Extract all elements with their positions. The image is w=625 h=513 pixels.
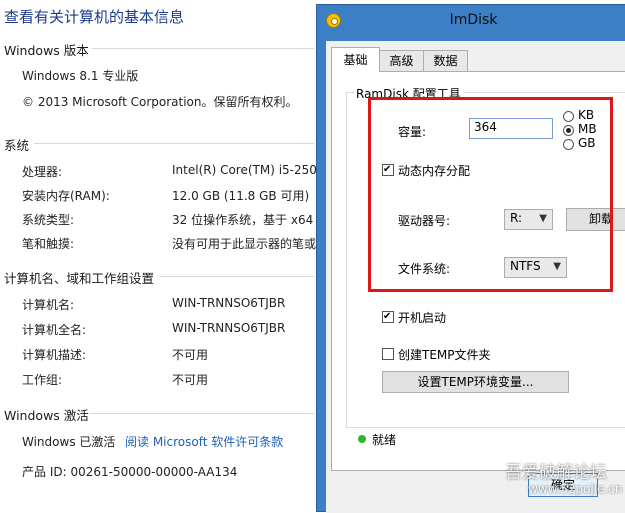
autostart-label: 开机启动: [398, 311, 447, 325]
drive-letter-value: R:: [510, 211, 523, 225]
tab-data[interactable]: 数据: [423, 50, 468, 71]
computer-name-heading: 计算机名、域和工作组设置: [4, 271, 155, 286]
pen-touch-label: 笔和触摸:: [22, 237, 75, 251]
unit-kb-radio[interactable]: [563, 111, 574, 122]
filesystem-label: 文件系统:: [398, 262, 451, 276]
watermark-text: 吾爱破解论坛: [505, 463, 607, 483]
system-type-value: 32 位操作系统，基于 x64: [172, 213, 314, 227]
processor-value: Intel(R) Core(TM) i5-2500: [172, 163, 325, 177]
divider: [92, 48, 314, 49]
unmount-button[interactable]: 卸载: [566, 208, 625, 231]
page-title: 查看有关计算机的基本信息: [4, 8, 185, 26]
windows-edition-heading: Windows 版本: [4, 43, 89, 58]
processor-label: 处理器:: [22, 165, 63, 179]
pen-touch-value: 没有可用于此显示器的笔或: [172, 237, 317, 251]
unit-mb-label: MB: [578, 122, 597, 136]
filesystem-select[interactable]: NTFS ▼: [504, 257, 567, 278]
activation-status: Windows 已激活: [22, 435, 116, 449]
drive-letter-label: 驱动器号:: [398, 214, 451, 228]
ram-value: 12.0 GB (11.8 GB 可用): [172, 189, 310, 203]
license-terms-link[interactable]: 阅读 Microsoft 软件许可条款: [125, 433, 283, 450]
workgroup-label: 工作组:: [22, 373, 63, 387]
chevron-down-icon: ▼: [539, 213, 547, 224]
chevron-down-icon: ▼: [553, 261, 561, 272]
unit-gb-label: GB: [578, 136, 596, 150]
dynamic-alloc-checkbox[interactable]: [382, 164, 394, 176]
computer-name-label: 计算机名:: [22, 298, 75, 312]
unit-kb-label: KB: [578, 108, 595, 122]
unit-mb-radio[interactable]: [563, 125, 574, 136]
tab-basic[interactable]: 基础: [331, 47, 380, 72]
product-id: 产品 ID: 00261-50000-00000-AA134: [22, 465, 238, 479]
capacity-label: 容量:: [398, 125, 427, 139]
divider: [34, 143, 314, 144]
system-type-label: 系统类型:: [22, 213, 75, 227]
full-name-label: 计算机全名:: [22, 323, 87, 337]
tab-advanced[interactable]: 高级: [379, 50, 424, 71]
system-heading: 系统: [4, 138, 30, 153]
windows-edition-value: Windows 8.1 专业版: [22, 69, 139, 83]
filesystem-value: NTFS: [510, 259, 541, 273]
description-label: 计算机描述:: [22, 348, 87, 362]
full-name-value: WIN-TRNNSO6TJBR: [172, 321, 286, 335]
temp-env-button[interactable]: 设置TEMP环境变量...: [382, 371, 569, 393]
divider: [160, 276, 314, 277]
computer-name-value: WIN-TRNNSO6TJBR: [172, 296, 286, 310]
temp-folder-checkbox[interactable]: [382, 348, 394, 360]
watermark-url: www.52pojie.cn: [528, 482, 623, 496]
copyright-text: © 2013 Microsoft Corporation。保留所有权利。: [22, 95, 298, 109]
status-indicator-icon: [358, 435, 366, 443]
description-value: 不可用: [172, 348, 209, 362]
temp-folder-label: 创建TEMP文件夹: [398, 348, 491, 362]
workgroup-value: 不可用: [172, 373, 209, 387]
ram-label: 安装内存(RAM):: [22, 189, 110, 203]
dialog-title: ImDisk: [449, 12, 498, 28]
drive-letter-select[interactable]: R: ▼: [504, 209, 553, 230]
unit-gb-radio[interactable]: [563, 139, 574, 150]
dynamic-alloc-label: 动态内存分配: [398, 164, 471, 178]
autostart-checkbox[interactable]: [382, 311, 394, 323]
divider: [90, 413, 314, 414]
capacity-input[interactable]: 364: [469, 118, 553, 139]
status-text: 就绪: [372, 433, 397, 447]
activation-heading: Windows 激活: [4, 408, 89, 423]
groupbox-title: RamDisk 配置工具: [354, 85, 463, 102]
